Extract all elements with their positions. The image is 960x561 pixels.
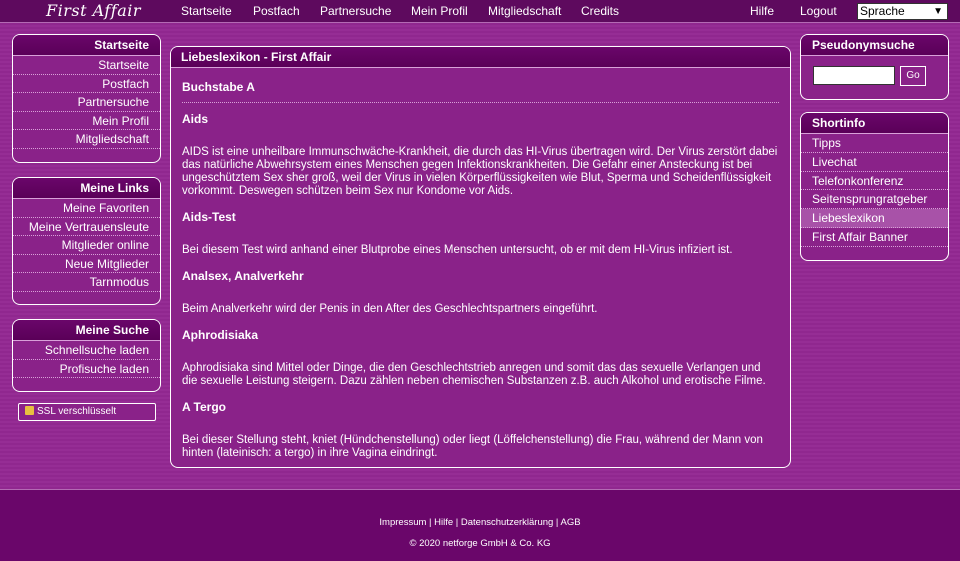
startseite-box: Startseite Startseite Postfach Partnersu… bbox=[12, 34, 161, 163]
sidebar-item-tarnmodus[interactable]: Tarnmodus bbox=[13, 273, 160, 292]
shortinfo-item-telefonkonferenz[interactable]: Telefonkonferenz bbox=[801, 172, 948, 191]
lexicon-term: Aids bbox=[182, 112, 209, 126]
nav-postfach[interactable]: Postfach bbox=[253, 4, 300, 18]
site-logo[interactable]: First Affair bbox=[46, 1, 141, 20]
shortinfo-item-livechat[interactable]: Livechat bbox=[801, 153, 948, 172]
lexicon-title: Liebeslexikon - First Affair bbox=[171, 47, 790, 68]
nav-logout[interactable]: Logout bbox=[800, 4, 837, 18]
lexicon-definition: Beim Analverkehr wird der Penis in den A… bbox=[182, 303, 598, 315]
footer-links[interactable]: Impressum | Hilfe | Datenschutzerklärung… bbox=[0, 517, 960, 528]
shortinfo-item-first-affair-banner[interactable]: First Affair Banner bbox=[801, 228, 948, 247]
lexicon-term: Analsex, Analverkehr bbox=[182, 269, 304, 283]
sidebar-item-partnersuche[interactable]: Partnersuche bbox=[13, 93, 160, 112]
lexicon-term: A Tergo bbox=[182, 400, 226, 414]
lexicon-definition: Aphrodisiaka sind Mittel oder Dinge, die… bbox=[182, 362, 766, 387]
nav-partnersuche[interactable]: Partnersuche bbox=[320, 4, 391, 18]
nav-hilfe[interactable]: Hilfe bbox=[750, 4, 774, 18]
go-button[interactable]: Go bbox=[900, 66, 926, 86]
lexicon-definition: Bei dieser Stellung steht, kniet (Hündch… bbox=[182, 434, 763, 459]
nav-mein-profil[interactable]: Mein Profil bbox=[411, 4, 468, 18]
meine-links-box-title: Meine Links bbox=[13, 178, 160, 199]
lexicon-term: Aids-Test bbox=[182, 210, 236, 224]
lock-icon bbox=[25, 406, 34, 415]
shortinfo-box: Shortinfo Tipps Livechat Telefonkonferen… bbox=[800, 112, 949, 261]
sidebar-item-meine-vertrauensleute[interactable]: Meine Vertrauensleute bbox=[13, 218, 160, 236]
meine-suche-box: Meine Suche Schnellsuche laden Profisuch… bbox=[12, 319, 161, 392]
nav-credits[interactable]: Credits bbox=[581, 4, 619, 18]
language-select[interactable]: Sprache ▼ bbox=[857, 3, 948, 20]
sidebar-item-mitgliedschaft[interactable]: Mitgliedschaft bbox=[13, 130, 160, 149]
language-select-value: Sprache bbox=[860, 4, 905, 18]
nav-startseite[interactable]: Startseite bbox=[181, 4, 232, 18]
footer: Impressum | Hilfe | Datenschutzerklärung… bbox=[0, 489, 960, 561]
chevron-down-icon: ▼ bbox=[933, 6, 943, 17]
sidebar-item-meine-favoriten[interactable]: Meine Favoriten bbox=[13, 199, 160, 218]
sidebar-item-startseite[interactable]: Startseite bbox=[13, 56, 160, 75]
lexicon-definition: AIDS ist eine unheilbare Immunschwäche-K… bbox=[182, 146, 778, 197]
sidebar-item-neue-mitglieder[interactable]: Neue Mitglieder bbox=[13, 255, 160, 273]
startseite-box-title: Startseite bbox=[13, 35, 160, 56]
ssl-badge: SSL verschlüsselt bbox=[18, 403, 156, 421]
lexicon-definition: Bei diesem Test wird anhand einer Blutpr… bbox=[182, 244, 733, 256]
divider bbox=[182, 102, 779, 103]
pseudonym-search-title: Pseudonymsuche bbox=[801, 35, 948, 56]
shortinfo-item-seitensprungratgeber[interactable]: Seitensprungratgeber bbox=[801, 190, 948, 210]
pseudonym-search-input[interactable] bbox=[813, 66, 895, 85]
sidebar-item-mein-profil[interactable]: Mein Profil bbox=[13, 112, 160, 130]
top-navigation-bar: First Affair Startseite Postfach Partner… bbox=[0, 0, 960, 23]
sidebar-item-schnellsuche-laden[interactable]: Schnellsuche laden bbox=[13, 341, 160, 360]
ssl-badge-label: SSL verschlüsselt bbox=[37, 406, 117, 417]
sidebar-item-profisuche-laden[interactable]: Profisuche laden bbox=[13, 360, 160, 378]
meine-links-box: Meine Links Meine Favoriten Meine Vertra… bbox=[12, 177, 161, 305]
letter-heading: Buchstabe A bbox=[182, 80, 255, 94]
shortinfo-title: Shortinfo bbox=[801, 113, 948, 134]
lexicon-panel: Liebeslexikon - First Affair Buchstabe A… bbox=[170, 46, 791, 468]
shortinfo-item-tipps[interactable]: Tipps bbox=[801, 134, 948, 153]
sidebar-item-mitglieder-online[interactable]: Mitglieder online bbox=[13, 236, 160, 255]
lexicon-term: Aphrodisiaka bbox=[182, 328, 259, 342]
footer-copyright: © 2020 netforge GmbH & Co. KG bbox=[409, 538, 551, 549]
pseudonym-search-box: Pseudonymsuche Go bbox=[800, 34, 949, 100]
nav-mitgliedschaft[interactable]: Mitgliedschaft bbox=[488, 4, 561, 18]
meine-suche-box-title: Meine Suche bbox=[13, 320, 160, 341]
shortinfo-item-liebeslexikon[interactable]: Liebeslexikon bbox=[801, 209, 948, 228]
sidebar-item-postfach[interactable]: Postfach bbox=[13, 75, 160, 93]
